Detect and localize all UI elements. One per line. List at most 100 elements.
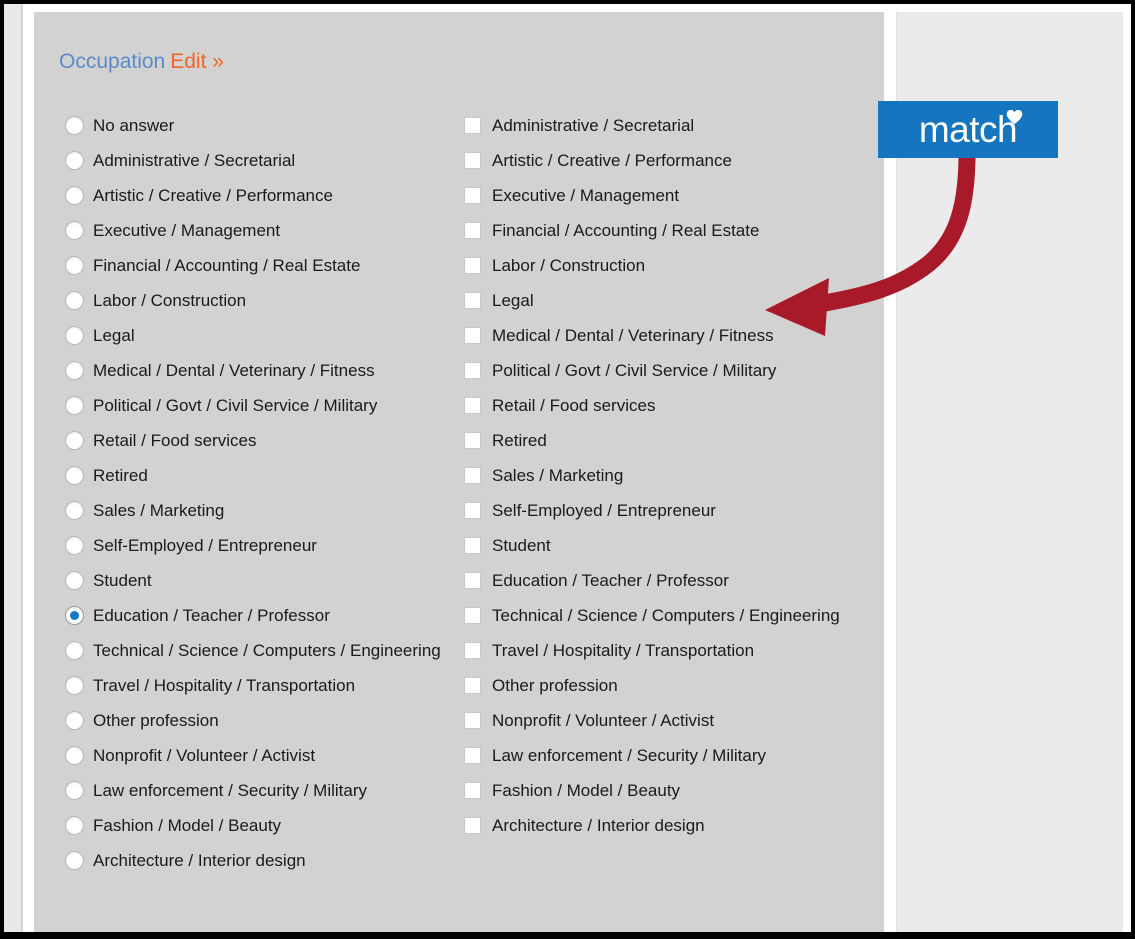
radio-option-row[interactable]: Student xyxy=(65,563,485,598)
checkbox-option-row[interactable]: Other profession xyxy=(464,668,884,703)
checkbox-option-row[interactable]: Political / Govt / Civil Service / Milit… xyxy=(464,353,884,388)
radio-option-row[interactable]: Other profession xyxy=(65,703,485,738)
radio-option-label: Labor / Construction xyxy=(93,290,247,310)
radio-option-row[interactable]: Financial / Accounting / Real Estate xyxy=(65,248,485,283)
radio-option-row[interactable]: Architecture / Interior design xyxy=(65,843,485,878)
checkbox[interactable] xyxy=(464,222,481,239)
radio-option-row[interactable]: Medical / Dental / Veterinary / Fitness xyxy=(65,353,485,388)
checkbox-option-row[interactable]: Financial / Accounting / Real Estate xyxy=(464,213,884,248)
radio-button[interactable] xyxy=(65,151,84,170)
radio-button[interactable] xyxy=(65,221,84,240)
checkbox-option-row[interactable]: Law enforcement / Security / Military xyxy=(464,738,884,773)
checkbox[interactable] xyxy=(464,642,481,659)
checkbox[interactable] xyxy=(464,152,481,169)
checkbox-option-label: Self-Employed / Entrepreneur xyxy=(492,500,716,520)
radio-option-row[interactable]: Law enforcement / Security / Military xyxy=(65,773,485,808)
checkbox-option-row[interactable]: Retired xyxy=(464,423,884,458)
checkbox[interactable] xyxy=(464,747,481,764)
checkbox-option-row[interactable]: Nonprofit / Volunteer / Activist xyxy=(464,703,884,738)
checkbox[interactable] xyxy=(464,782,481,799)
radio-button[interactable] xyxy=(65,186,84,205)
checkbox[interactable] xyxy=(464,712,481,729)
radio-button[interactable] xyxy=(65,501,84,520)
checkbox[interactable] xyxy=(464,677,481,694)
checkbox-option-row[interactable]: Labor / Construction xyxy=(464,248,884,283)
radio-button[interactable] xyxy=(65,781,84,800)
checkbox-option-row[interactable]: Education / Teacher / Professor xyxy=(464,563,884,598)
radio-button[interactable] xyxy=(65,361,84,380)
checkbox[interactable] xyxy=(464,257,481,274)
checkbox-option-row[interactable]: Architecture / Interior design xyxy=(464,808,884,843)
checkbox-option-label: Architecture / Interior design xyxy=(492,815,705,835)
checkbox[interactable] xyxy=(464,327,481,344)
checkbox-option-row[interactable]: Self-Employed / Entrepreneur xyxy=(464,493,884,528)
radio-button-checked[interactable] xyxy=(65,606,84,625)
radio-option-row[interactable]: Legal xyxy=(65,318,485,353)
checkbox[interactable] xyxy=(464,362,481,379)
checkbox-option-label: Technical / Science / Computers / Engine… xyxy=(492,605,840,625)
radio-button[interactable] xyxy=(65,291,84,310)
radio-button[interactable] xyxy=(65,851,84,870)
radio-button[interactable] xyxy=(65,256,84,275)
radio-button[interactable] xyxy=(65,326,84,345)
radio-button[interactable] xyxy=(65,641,84,660)
radio-option-label: Technical / Science / Computers / Engine… xyxy=(93,640,441,660)
checkbox[interactable] xyxy=(464,572,481,589)
radio-option-row[interactable]: Executive / Management xyxy=(65,213,485,248)
checkbox-option-row[interactable]: Artistic / Creative / Performance xyxy=(464,143,884,178)
checkbox[interactable] xyxy=(464,117,481,134)
radio-button[interactable] xyxy=(65,431,84,450)
occupation-section-card: Occupation Edit » No answer Administrative… xyxy=(34,12,884,932)
radio-option-row[interactable]: Labor / Construction xyxy=(65,283,485,318)
radio-button[interactable] xyxy=(65,816,84,835)
radio-option-row[interactable]: Retail / Food services xyxy=(65,423,485,458)
radio-button[interactable] xyxy=(65,116,84,135)
checkbox-option-row[interactable]: Travel / Hospitality / Transportation xyxy=(464,633,884,668)
checkbox-option-row[interactable]: Retail / Food services xyxy=(464,388,884,423)
radio-button[interactable] xyxy=(65,536,84,555)
checkbox[interactable] xyxy=(464,467,481,484)
checkbox[interactable] xyxy=(464,537,481,554)
checkbox-option-row[interactable]: Administrative / Secretarial xyxy=(464,108,884,143)
checkbox-option-row[interactable]: Fashion / Model / Beauty xyxy=(464,773,884,808)
checkbox-option-row[interactable]: Executive / Management xyxy=(464,178,884,213)
radio-button[interactable] xyxy=(65,571,84,590)
checkbox[interactable] xyxy=(464,502,481,519)
checkbox-option-row[interactable]: Legal xyxy=(464,283,884,318)
radio-option-row[interactable]: No answer xyxy=(65,108,485,143)
radio-option-row[interactable]: Travel / Hospitality / Transportation xyxy=(65,668,485,703)
checkbox[interactable] xyxy=(464,292,481,309)
radio-option-row[interactable]: Retired xyxy=(65,458,485,493)
radio-option-row[interactable]: Nonprofit / Volunteer / Activist xyxy=(65,738,485,773)
edit-link[interactable]: Edit » xyxy=(170,50,224,73)
radio-option-row[interactable]: Administrative / Secretarial xyxy=(65,143,485,178)
left-gutter-divider xyxy=(21,4,23,932)
checkbox-option-row[interactable]: Medical / Dental / Veterinary / Fitness xyxy=(464,318,884,353)
radio-option-row[interactable]: Political / Govt / Civil Service / Milit… xyxy=(65,388,485,423)
radio-option-label: Retired xyxy=(93,465,148,485)
radio-button[interactable] xyxy=(65,466,84,485)
radio-option-row[interactable]: Education / Teacher / Professor xyxy=(65,598,485,633)
radio-button[interactable] xyxy=(65,746,84,765)
radio-option-row[interactable]: Self-Employed / Entrepreneur xyxy=(65,528,485,563)
checkbox[interactable] xyxy=(464,397,481,414)
radio-button[interactable] xyxy=(65,676,84,695)
match-logo: match xyxy=(878,101,1058,158)
checkbox[interactable] xyxy=(464,432,481,449)
radio-option-row[interactable]: Technical / Science / Computers / Engine… xyxy=(65,633,485,668)
checkbox-option-label: Fashion / Model / Beauty xyxy=(492,780,681,800)
radio-option-row[interactable]: Sales / Marketing xyxy=(65,493,485,528)
checkbox[interactable] xyxy=(464,187,481,204)
checkbox-option-label: Sales / Marketing xyxy=(492,465,624,485)
checkbox[interactable] xyxy=(464,607,481,624)
radio-option-row[interactable]: Artistic / Creative / Performance xyxy=(65,178,485,213)
radio-option-row[interactable]: Fashion / Model / Beauty xyxy=(65,808,485,843)
checkbox[interactable] xyxy=(464,817,481,834)
radio-button[interactable] xyxy=(65,396,84,415)
checkbox-option-row[interactable]: Student xyxy=(464,528,884,563)
radio-option-label: Education / Teacher / Professor xyxy=(93,605,330,625)
radio-button[interactable] xyxy=(65,711,84,730)
checkbox-option-row[interactable]: Technical / Science / Computers / Engine… xyxy=(464,598,884,633)
radio-option-label: Administrative / Secretarial xyxy=(93,150,296,170)
checkbox-option-row[interactable]: Sales / Marketing xyxy=(464,458,884,493)
